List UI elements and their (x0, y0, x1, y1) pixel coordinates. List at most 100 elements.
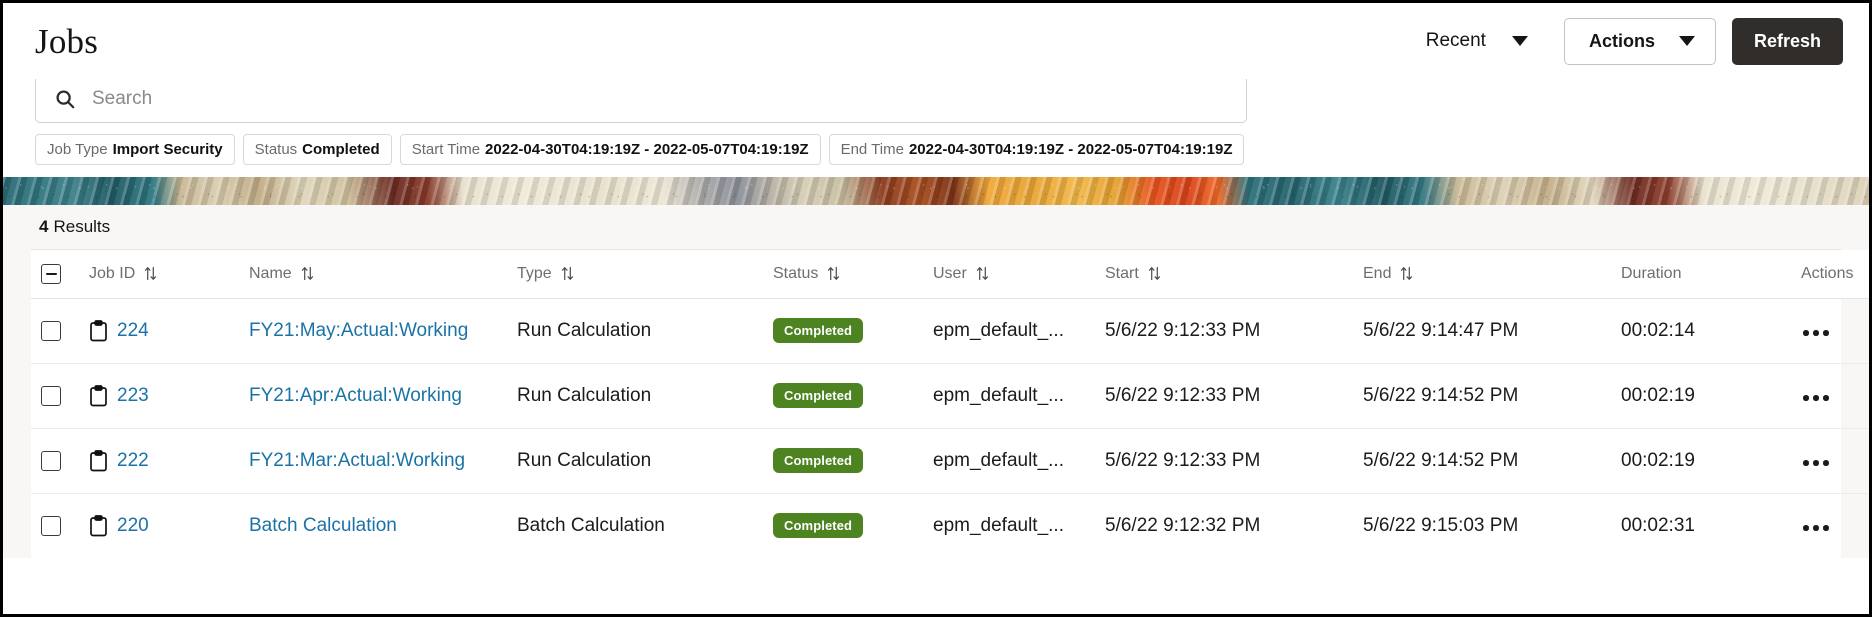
row-actions-menu-icon[interactable] (1801, 454, 1831, 472)
jobs-page: Jobs Recent Actions Refresh Job TypeImpo… (0, 0, 1872, 617)
column-header-user[interactable]: User (933, 250, 1105, 299)
user-text: epm_default_... (933, 449, 1064, 471)
duration-text: 00:02:19 (1621, 384, 1695, 406)
job-type-text: Run Calculation (517, 449, 652, 471)
jobs-table-card: Job ID Name Type Status User Start End D… (31, 249, 1869, 558)
filter-chip-value: Import Security (112, 141, 223, 158)
search-box[interactable] (35, 75, 1247, 123)
table-row[interactable]: 224 FY21:May:Actual:Working Run Calculatio… (31, 298, 1869, 364)
header-actions: Recent Actions Refresh (1416, 17, 1843, 65)
row-select-cell (31, 298, 89, 364)
cell-duration: 00:02:31 (1621, 493, 1801, 558)
column-label: User (933, 264, 967, 282)
jobid-link[interactable]: 222 (117, 450, 149, 472)
recent-dropdown[interactable]: Recent (1416, 24, 1534, 58)
cell-name: FY21:Mar:Actual:Working (249, 428, 517, 494)
refresh-button[interactable]: Refresh (1731, 17, 1843, 65)
duration-text: 00:02:14 (1621, 319, 1695, 341)
row-checkbox[interactable] (41, 320, 61, 341)
actions-button-label: Actions (1588, 30, 1655, 51)
duration-text: 00:02:19 (1621, 449, 1695, 471)
recent-dropdown-label: Recent (1425, 30, 1486, 51)
column-label: Job ID (89, 264, 136, 282)
cell-end: 5/6/22 9:15:03 PM (1363, 493, 1621, 558)
row-checkbox[interactable] (41, 450, 61, 471)
sort-icon[interactable] (976, 266, 989, 281)
column-header-status[interactable]: Status (773, 250, 933, 299)
row-checkbox[interactable] (41, 515, 61, 536)
job-name-link[interactable]: FY21:May:Actual:Working (249, 320, 468, 341)
sort-icon[interactable] (144, 266, 157, 281)
row-checkbox[interactable] (41, 385, 61, 406)
table-row[interactable]: 222 FY21:Mar:Actual:Working Run Calculatio… (31, 428, 1869, 494)
column-header-start[interactable]: Start (1105, 250, 1363, 299)
results-area: 4 Results Job ID Name Type Status User S… (3, 205, 1869, 558)
cell-duration: 00:02:19 (1621, 428, 1801, 494)
column-header-jobid[interactable]: Job ID (89, 250, 249, 299)
column-header-name[interactable]: Name (249, 250, 517, 299)
filter-chip[interactable]: Start Time 2022-04-30T04:19:19Z - 2022-05… (399, 134, 821, 165)
row-actions-menu-icon[interactable] (1801, 519, 1831, 537)
column-label: End (1363, 264, 1392, 282)
clipboard-icon (90, 449, 107, 471)
user-text: epm_default_... (933, 384, 1064, 406)
cell-type: Run Calculation (517, 298, 773, 364)
search-section (3, 75, 1869, 123)
cell-actions (1801, 298, 1869, 364)
duration-text: 00:02:31 (1621, 514, 1695, 536)
filter-chip-value: Completed (302, 141, 380, 158)
column-header-type[interactable]: Type (517, 250, 773, 299)
jobid-link[interactable]: 224 (117, 320, 149, 342)
search-input[interactable] (92, 88, 1228, 110)
job-name-link[interactable]: Batch Calculation (249, 515, 397, 536)
sort-icon[interactable] (561, 266, 574, 281)
sort-icon[interactable] (1148, 266, 1161, 281)
filter-chip[interactable]: Job Type Import Security (35, 134, 235, 165)
row-select-cell (31, 363, 89, 429)
start-time-text: 5/6/22 9:12:33 PM (1105, 319, 1261, 341)
table-row[interactable]: 223 FY21:Apr:Actual:Working Run Calculatio… (31, 363, 1869, 429)
start-time-text: 5/6/22 9:12:33 PM (1105, 384, 1261, 406)
cell-status: Completed (773, 493, 933, 558)
filter-chip-label: Job Type (47, 141, 108, 158)
column-header-duration: Duration (1621, 250, 1801, 299)
jobid-link[interactable]: 223 (117, 385, 149, 407)
cell-jobid: 224 (89, 298, 249, 364)
cell-user: epm_default_... (933, 363, 1105, 429)
cell-name: FY21:Apr:Actual:Working (249, 363, 517, 429)
user-text: epm_default_... (933, 514, 1064, 536)
cell-name: FY21:May:Actual:Working (249, 298, 517, 364)
cell-actions (1801, 428, 1869, 494)
column-label: Type (517, 264, 552, 282)
job-name-link[interactable]: FY21:Mar:Actual:Working (249, 450, 465, 471)
job-type-text: Run Calculation (517, 319, 652, 341)
table-row[interactable]: 220 Batch Calculation Batch Calculation Com… (31, 493, 1869, 558)
cell-type: Run Calculation (517, 363, 773, 429)
row-actions-menu-icon[interactable] (1801, 389, 1831, 407)
status-badge: Completed (773, 383, 864, 408)
table-head: Job ID Name Type Status User Start End D… (31, 250, 1869, 299)
end-time-text: 5/6/22 9:15:03 PM (1363, 514, 1519, 536)
cell-user: epm_default_... (933, 298, 1105, 364)
filter-chip[interactable]: End Time 2022-04-30T04:19:19Z - 2022-05-0… (828, 134, 1245, 165)
sort-icon[interactable] (827, 266, 840, 281)
banner-texture (3, 177, 1869, 205)
row-actions-menu-icon[interactable] (1801, 324, 1831, 342)
filter-chip[interactable]: Status Completed (242, 134, 392, 165)
cell-jobid: 220 (89, 493, 249, 558)
actions-button[interactable]: Actions (1563, 17, 1716, 65)
jobid-link[interactable]: 220 (117, 515, 149, 537)
cell-end: 5/6/22 9:14:52 PM (1363, 363, 1621, 429)
results-count: 4 (39, 217, 49, 236)
search-icon (56, 90, 75, 109)
cell-status: Completed (773, 363, 933, 429)
clipboard-icon (90, 384, 107, 406)
table-header-row: Job ID Name Type Status User Start End D… (31, 250, 1869, 299)
column-header-end[interactable]: End (1363, 250, 1621, 299)
job-name-link[interactable]: FY21:Apr:Actual:Working (249, 385, 462, 406)
sort-icon[interactable] (1400, 266, 1413, 281)
select-all-checkbox[interactable] (41, 263, 61, 284)
results-bar: 4 Results (3, 205, 1869, 249)
sort-icon[interactable] (301, 266, 314, 281)
cell-type: Batch Calculation (517, 493, 773, 558)
